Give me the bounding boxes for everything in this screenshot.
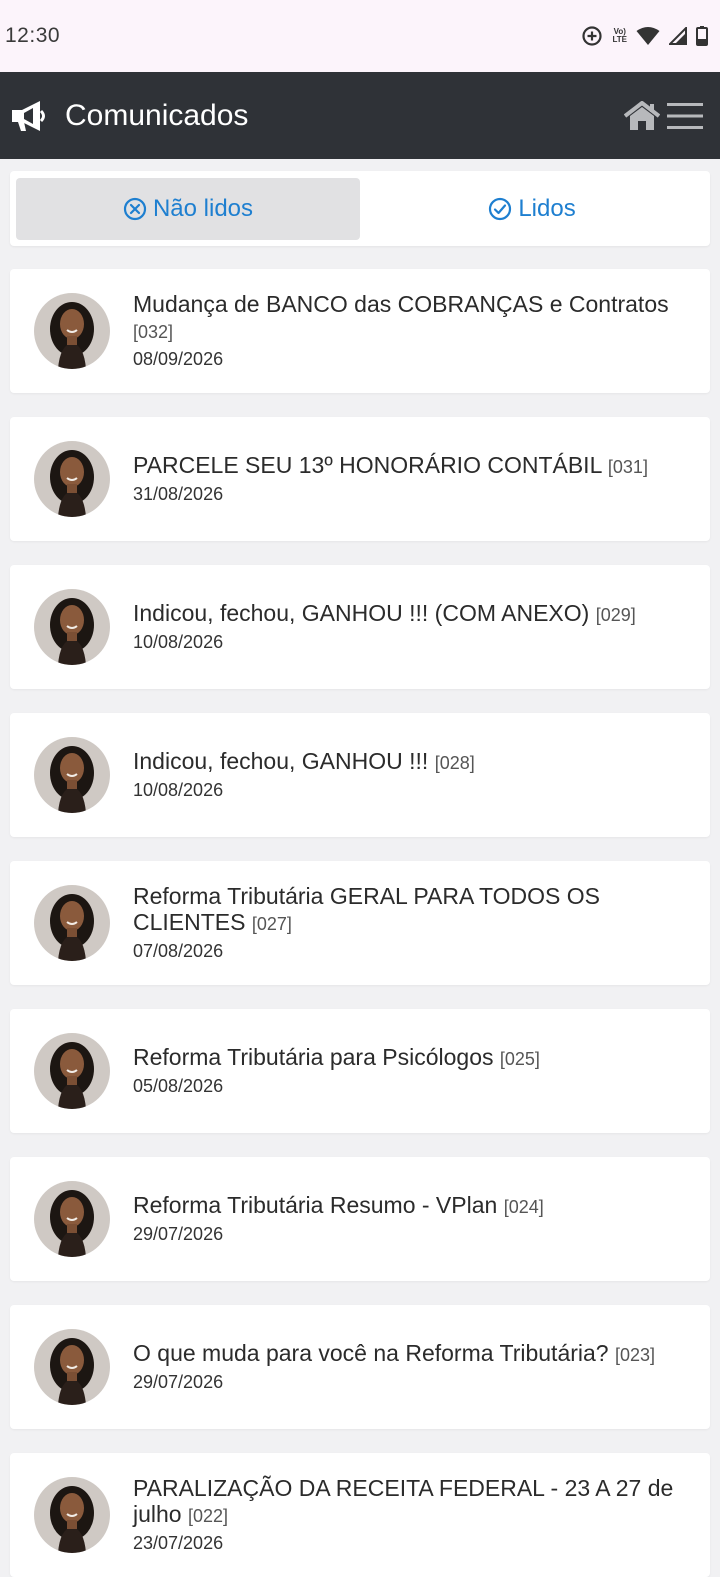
announcement-code: [022] [188, 1506, 229, 1526]
avatar [34, 1477, 110, 1553]
announcement-date: 23/07/2026 [133, 1533, 224, 1553]
signal-icon [669, 27, 687, 45]
announcement-title: Mudança de BANCO das COBRANÇAS e Contrat… [133, 291, 688, 345]
announcement-list: Mudança de BANCO das COBRANÇAS e Contrat… [0, 269, 720, 1577]
avatar [34, 293, 110, 369]
avatar [34, 589, 110, 665]
avatar [34, 1329, 110, 1405]
announcement-title: PARALIZAÇÃO DA RECEITA FEDERAL - 23 A 27… [133, 1475, 688, 1529]
announcement-card[interactable]: PARALIZAÇÃO DA RECEITA FEDERAL - 23 A 27… [10, 1453, 710, 1577]
announcement-card[interactable]: O que muda para você na Reforma Tributár… [10, 1305, 710, 1429]
tab-bar: Não lidos Lidos [10, 171, 710, 246]
avatar [34, 1033, 110, 1109]
announcement-title: Indicou, fechou, GANHOU !!! [028] [133, 748, 688, 776]
announcement-code: [031] [607, 457, 648, 477]
status-bar: 12:30 Vo) LTE [0, 0, 720, 72]
announcement-code: [025] [499, 1049, 540, 1069]
announcement-title-text: Reforma Tributária GERAL PARA TODOS OS C… [133, 883, 600, 935]
announcement-title: O que muda para você na Reforma Tributár… [133, 1340, 688, 1368]
announcement-code: [024] [503, 1197, 544, 1217]
avatar [34, 441, 110, 517]
megaphone-icon [12, 100, 45, 131]
avatar [34, 737, 110, 813]
announcement-title: Reforma Tributária Resumo - VPlan [024] [133, 1192, 688, 1220]
announcement-title: Reforma Tributária GERAL PARA TODOS OS C… [133, 883, 688, 937]
announcement-date: 31/08/2026 [133, 484, 224, 504]
announcement-date: 08/09/2026 [133, 349, 224, 369]
announcement-code: [028] [434, 753, 475, 773]
announcement-card[interactable]: Reforma Tributária GERAL PARA TODOS OS C… [10, 861, 710, 985]
x-circle-icon [123, 197, 147, 220]
announcement-title-text: PARCELE SEU 13º HONORÁRIO CONTÁBIL [133, 452, 602, 478]
announcement-date: 10/08/2026 [133, 632, 224, 652]
announcement-card[interactable]: Reforma Tributária para Psicólogos [025]… [10, 1009, 710, 1133]
battery-icon [696, 26, 708, 46]
volte-icon: Vo) LTE [612, 27, 627, 44]
announcement-title-text: Reforma Tributária para Psicólogos [133, 1044, 494, 1070]
announcement-title-text: Mudança de BANCO das COBRANÇAS e Contrat… [133, 291, 669, 317]
announcement-code: [029] [595, 605, 636, 625]
app-bar: Comunicados [0, 72, 720, 159]
home-icon[interactable] [624, 100, 660, 131]
tab-read[interactable]: Lidos [360, 178, 704, 240]
avatar [34, 885, 110, 961]
announcement-date: 10/08/2026 [133, 780, 224, 800]
announcement-date: 29/07/2026 [133, 1372, 224, 1392]
avatar [34, 1181, 110, 1257]
tab-unread[interactable]: Não lidos [16, 177, 360, 240]
page-title: Comunicados [65, 98, 249, 132]
announcement-title-text: Indicou, fechou, GANHOU !!! (COM ANEXO) [133, 600, 590, 626]
check-circle-icon [489, 197, 512, 220]
announcement-title: Reforma Tributária para Psicólogos [025] [133, 1044, 688, 1072]
tab-read-label: Lidos [518, 194, 576, 222]
announcement-date: 07/08/2026 [133, 941, 224, 961]
status-icons: Vo) LTE [581, 25, 708, 47]
announcement-code: [027] [251, 914, 292, 934]
status-time: 12:30 [5, 24, 61, 47]
announcement-card[interactable]: Mudança de BANCO das COBRANÇAS e Contrat… [10, 269, 710, 393]
announcement-title: Indicou, fechou, GANHOU !!! (COM ANEXO) … [133, 600, 688, 628]
announcement-date: 29/07/2026 [133, 1224, 224, 1244]
menu-icon[interactable] [666, 101, 704, 131]
announcement-card[interactable]: Indicou, fechou, GANHOU !!! [028] 10/08/… [10, 713, 710, 837]
announcement-title: PARCELE SEU 13º HONORÁRIO CONTÁBIL [031] [133, 452, 688, 480]
announcement-title-text: O que muda para você na Reforma Tributár… [133, 1340, 609, 1366]
announcement-code: [023] [614, 1345, 656, 1365]
announcement-code: [032] [133, 322, 174, 342]
wifi-icon [636, 27, 660, 45]
announcement-card[interactable]: Reforma Tributária Resumo - VPlan [024] … [10, 1157, 710, 1281]
tab-unread-label: Não lidos [152, 194, 254, 222]
announcement-title-text: Indicou, fechou, GANHOU !!! [133, 748, 429, 774]
data-saver-icon [582, 26, 603, 46]
announcement-card[interactable]: Indicou, fechou, GANHOU !!! (COM ANEXO) … [10, 565, 710, 689]
announcement-card[interactable]: PARCELE SEU 13º HONORÁRIO CONTÁBIL [031]… [10, 417, 710, 541]
announcement-date: 05/08/2026 [133, 1076, 224, 1096]
announcement-title-text: Reforma Tributária Resumo - VPlan [133, 1192, 498, 1218]
